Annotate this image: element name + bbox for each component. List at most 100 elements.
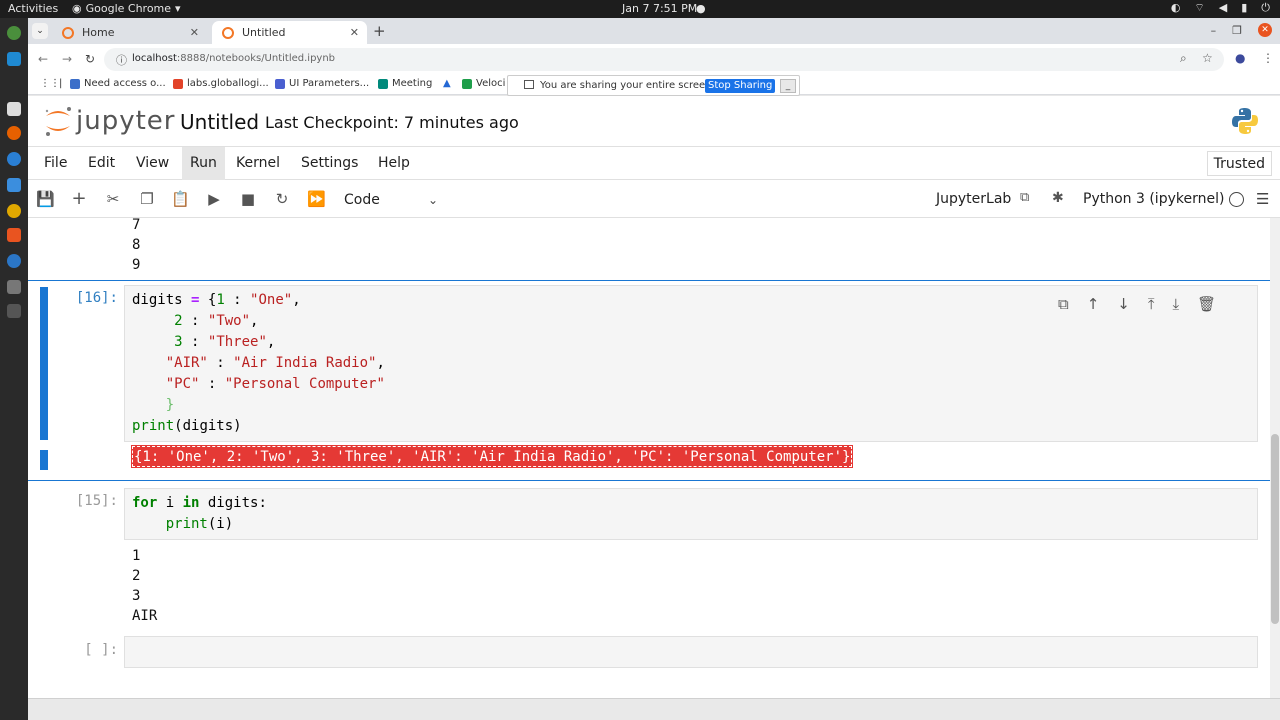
bookmark-star-icon[interactable]: ☆ — [1202, 51, 1213, 65]
external-link-icon[interactable]: ⧉ — [1020, 190, 1029, 205]
menu-help[interactable]: Help — [370, 147, 418, 180]
clock[interactable]: Jan 7 7:51 PM — [622, 2, 697, 15]
zoom-icon[interactable]: ⌕ — [1180, 51, 1187, 66]
firefox-dock-icon[interactable] — [7, 126, 21, 140]
bookmark-item[interactable]: Veloci — [462, 78, 505, 89]
minimize-icon[interactable]: – — [1211, 24, 1217, 37]
apps-dock-icon[interactable] — [7, 280, 21, 294]
code-cell-active[interactable]: [16]: digits = {1 : "One", 2 : "Two", 3 … — [28, 280, 1270, 481]
code-editor[interactable] — [124, 636, 1258, 668]
url-input[interactable]: ⓘ localhost:8888/notebooks/Untitled.ipyn… — [104, 48, 1224, 71]
menu-run[interactable]: Run — [182, 147, 225, 180]
insert-below-icon[interactable]: ⤓ — [1173, 295, 1180, 313]
run-icon[interactable]: ▶ — [205, 190, 223, 208]
doc-icon — [275, 78, 285, 89]
trash-dock-icon[interactable] — [7, 304, 21, 318]
code-cell-empty[interactable]: [ ]: — [28, 636, 1270, 676]
close-tab-icon[interactable]: ✕ — [190, 26, 199, 39]
output-line: AIR — [132, 608, 158, 624]
duplicate-cell-icon[interactable]: ⧉ — [1058, 295, 1069, 313]
save-icon[interactable]: 💾 — [36, 190, 55, 208]
stop-icon[interactable]: ■ — [239, 190, 257, 208]
close-tab-icon[interactable]: ✕ — [350, 26, 359, 39]
menu-view[interactable]: View — [128, 147, 177, 180]
extension-icon: ◐ — [1170, 1, 1181, 14]
help-dock-icon[interactable] — [7, 254, 21, 268]
restart-run-all-icon[interactable]: ⏩ — [307, 190, 326, 208]
bookmark-item[interactable]: Need access o... — [70, 78, 166, 89]
debugger-bug-icon[interactable]: ✱ — [1052, 190, 1064, 206]
move-down-icon[interactable]: ↓ — [1117, 295, 1130, 313]
notebook-toolbar: 💾 + ✂ ❐ 📋 ▶ ■ ↻ ⏩ Code ⌄ JupyterLab ⧉ ✱ … — [28, 180, 1280, 218]
menu-file[interactable]: File — [36, 147, 75, 180]
hide-share-bar-button[interactable]: _ — [780, 79, 796, 93]
paste-icon[interactable]: 📋 — [171, 190, 190, 208]
tab-untitled[interactable]: Untitled ✕ — [212, 21, 367, 44]
open-jupyterlab-link[interactable]: JupyterLab — [936, 191, 1011, 207]
checkpoint-status: Last Checkpoint: 7 minutes ago — [265, 113, 519, 132]
reload-icon[interactable]: ↻ — [85, 52, 95, 66]
apps-grid-icon[interactable]: ⋮⋮ — [40, 78, 60, 89]
vscode-dock-icon[interactable] — [7, 52, 21, 66]
files-dock-icon[interactable] — [7, 178, 21, 192]
input-prompt: [ ]: — [84, 642, 118, 658]
activities-button[interactable]: Activities — [8, 2, 58, 15]
trusted-indicator[interactable]: Trusted — [1206, 151, 1272, 176]
bookmark-item[interactable]: Meeting — [378, 78, 432, 89]
menu-kernel[interactable]: Kernel — [228, 147, 288, 180]
back-icon[interactable]: ← — [38, 52, 48, 66]
info-icon[interactable]: ⓘ — [116, 52, 127, 68]
insert-above-icon[interactable]: ⤒ — [1148, 295, 1155, 313]
more-menu-icon[interactable]: ⋮ — [1262, 51, 1274, 65]
input-collapser[interactable] — [40, 287, 48, 440]
app-menu[interactable]: ◉ Google Chrome ▾ — [72, 2, 181, 15]
gitlab-icon — [173, 78, 183, 89]
maximize-icon[interactable]: ❐ — [1232, 24, 1242, 37]
restart-icon[interactable]: ↻ — [273, 190, 291, 208]
scrollbar-thumb[interactable] — [1271, 434, 1279, 624]
menu-edit[interactable]: Edit — [80, 147, 123, 180]
plus-green-icon — [462, 78, 472, 89]
move-up-icon[interactable]: ↑ — [1087, 295, 1100, 313]
bookmark-item[interactable]: labs.globallogi... — [173, 78, 269, 89]
code-cell[interactable]: [15]: for i in digits: print(i) 1 2 3 AI… — [28, 488, 1270, 638]
input-prompt: [15]: — [75, 493, 118, 509]
delete-cell-icon[interactable]: 🗑 — [1197, 295, 1216, 313]
kernel-name[interactable]: Python 3 (ipykernel) — [1083, 191, 1224, 207]
menu-settings[interactable]: Settings — [293, 147, 366, 180]
bookmark-item[interactable]: UI Parameters... — [275, 78, 369, 89]
output-line: 2 — [132, 568, 141, 584]
tab-home[interactable]: Home ✕ — [52, 21, 207, 44]
output-collapser[interactable] — [40, 450, 48, 470]
code-text: for i in digits: print(i) — [132, 495, 267, 532]
system-tray[interactable]: ◐ ⌔ ◀ ▮ ⏻ — [1171, 1, 1270, 15]
jupyter-logo-icon[interactable] — [42, 104, 74, 138]
terminal-dock-icon[interactable] — [7, 102, 21, 116]
chrome-dock-icon[interactable] — [7, 26, 21, 40]
stop-sharing-button[interactable]: Stop Sharing — [705, 79, 776, 93]
new-tab-button[interactable]: + — [373, 22, 386, 40]
jupyter-wordmark[interactable]: jupyter — [76, 106, 175, 136]
code-editor[interactable]: for i in digits: print(i) — [124, 488, 1258, 540]
forward-icon[interactable]: → — [62, 52, 72, 66]
thunderbird-dock-icon[interactable] — [7, 152, 21, 166]
notebook-title[interactable]: Untitled — [180, 110, 259, 134]
rhythmbox-dock-icon[interactable] — [7, 204, 21, 218]
software-dock-icon[interactable] — [7, 228, 21, 242]
url-text: localhost:8888/notebooks/Untitled.ipynb — [132, 53, 336, 64]
notebook-scrollbar[interactable] — [1270, 218, 1280, 698]
bookmark-item[interactable]: ▲ — [443, 78, 451, 89]
cut-icon[interactable]: ✂ — [104, 190, 122, 208]
cell-type-value: Code — [344, 192, 380, 208]
hamburger-menu-icon[interactable]: ☰ — [1256, 190, 1269, 208]
copy-icon[interactable]: ❐ — [138, 190, 156, 208]
tab-search-button[interactable]: ⌄ — [32, 23, 48, 39]
cell-type-select[interactable]: Code ⌄ — [344, 189, 438, 211]
add-cell-icon[interactable]: + — [70, 190, 88, 208]
code-text: digits = {1 : "One", 2 : "Two", 3 : "Thr… — [132, 292, 385, 434]
profile-avatar-icon[interactable]: ● — [1235, 51, 1245, 65]
close-window-icon[interactable]: ✕ — [1258, 23, 1272, 37]
battery-icon: ▮ — [1241, 1, 1248, 14]
jupyter-header: jupyter Untitled Last Checkpoint: 7 minu… — [28, 96, 1280, 146]
screen-share-message: You are sharing your entire screen. — [540, 80, 715, 91]
